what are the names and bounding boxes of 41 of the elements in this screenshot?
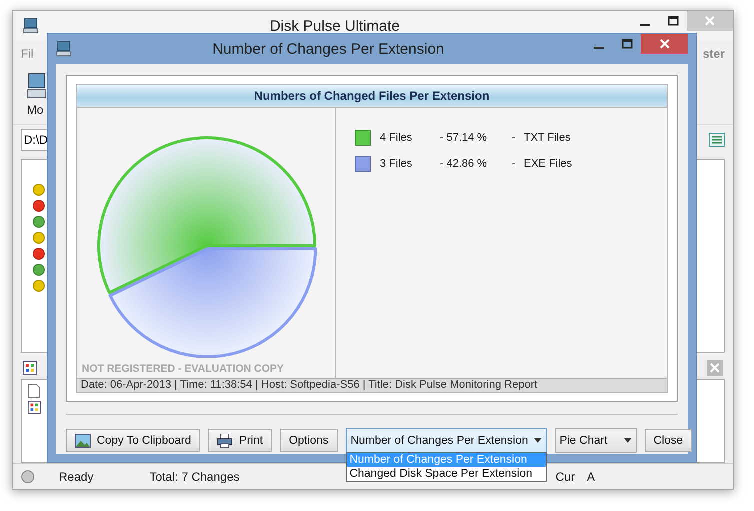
dialog-title: Number of Changes Per Extension: [212, 40, 446, 58]
report-dropdown[interactable]: Number of Changes Per Extension: [346, 428, 547, 453]
toolbar-button[interactable]: Options: [280, 429, 338, 452]
status-text: A: [587, 470, 596, 484]
toolbar-button[interactable]: Print: [208, 429, 272, 452]
image-icon: [75, 434, 91, 448]
toolbar-label: Mo: [27, 103, 45, 117]
chart-title: Numbers of Changed Files Per Extension: [76, 84, 668, 108]
window-title: Disk Pulse Ultimate: [268, 18, 402, 34]
computer-icon[interactable]: [27, 73, 47, 99]
document-icon: [28, 384, 40, 398]
status-light-icon: [21, 470, 35, 484]
legend-percent: - 57.14 %: [440, 132, 488, 144]
watermark-text: NOT REGISTERED - EVALUATION COPY: [82, 362, 284, 375]
close-button[interactable]: Close: [644, 429, 692, 452]
toolbar-button[interactable]: Copy To Clipboard: [66, 429, 200, 452]
legend-count: 3 Files: [380, 158, 414, 170]
close-button[interactable]: [641, 34, 688, 54]
list-view-icon[interactable]: [709, 133, 725, 147]
close-icon: [705, 16, 715, 26]
legend-label: TXT Files: [524, 132, 572, 144]
status-text: Total: 7 Changes: [150, 470, 240, 484]
chart-type-dropdown[interactable]: Pie Chart: [554, 428, 637, 453]
legend-separator: -: [512, 132, 517, 144]
caret-icon: [624, 438, 632, 443]
maximize-icon[interactable]: [668, 16, 678, 26]
maximize-icon[interactable]: [622, 39, 632, 49]
grid-icon: [28, 401, 41, 414]
grid-icon[interactable]: [23, 361, 37, 375]
status-text: Cur: [556, 470, 576, 484]
legend-label: EXE Files: [524, 158, 574, 170]
close-icon: [660, 39, 670, 49]
status-text: Ready: [59, 470, 94, 484]
legend-percent: - 42.86 %: [440, 158, 488, 170]
report-info: Date: 06-Apr-2013 | Time: 11:38:54 | Host: Softpedia-S56 | Title: Disk Pulse Monitoring Report: [76, 378, 668, 393]
caret-icon: [534, 438, 542, 443]
computer-icon: [56, 41, 72, 57]
printer-icon: [217, 434, 234, 448]
legend-count: 4 Files: [380, 132, 414, 144]
legend-separator: -: [512, 158, 517, 170]
computer-icon: [23, 18, 39, 34]
